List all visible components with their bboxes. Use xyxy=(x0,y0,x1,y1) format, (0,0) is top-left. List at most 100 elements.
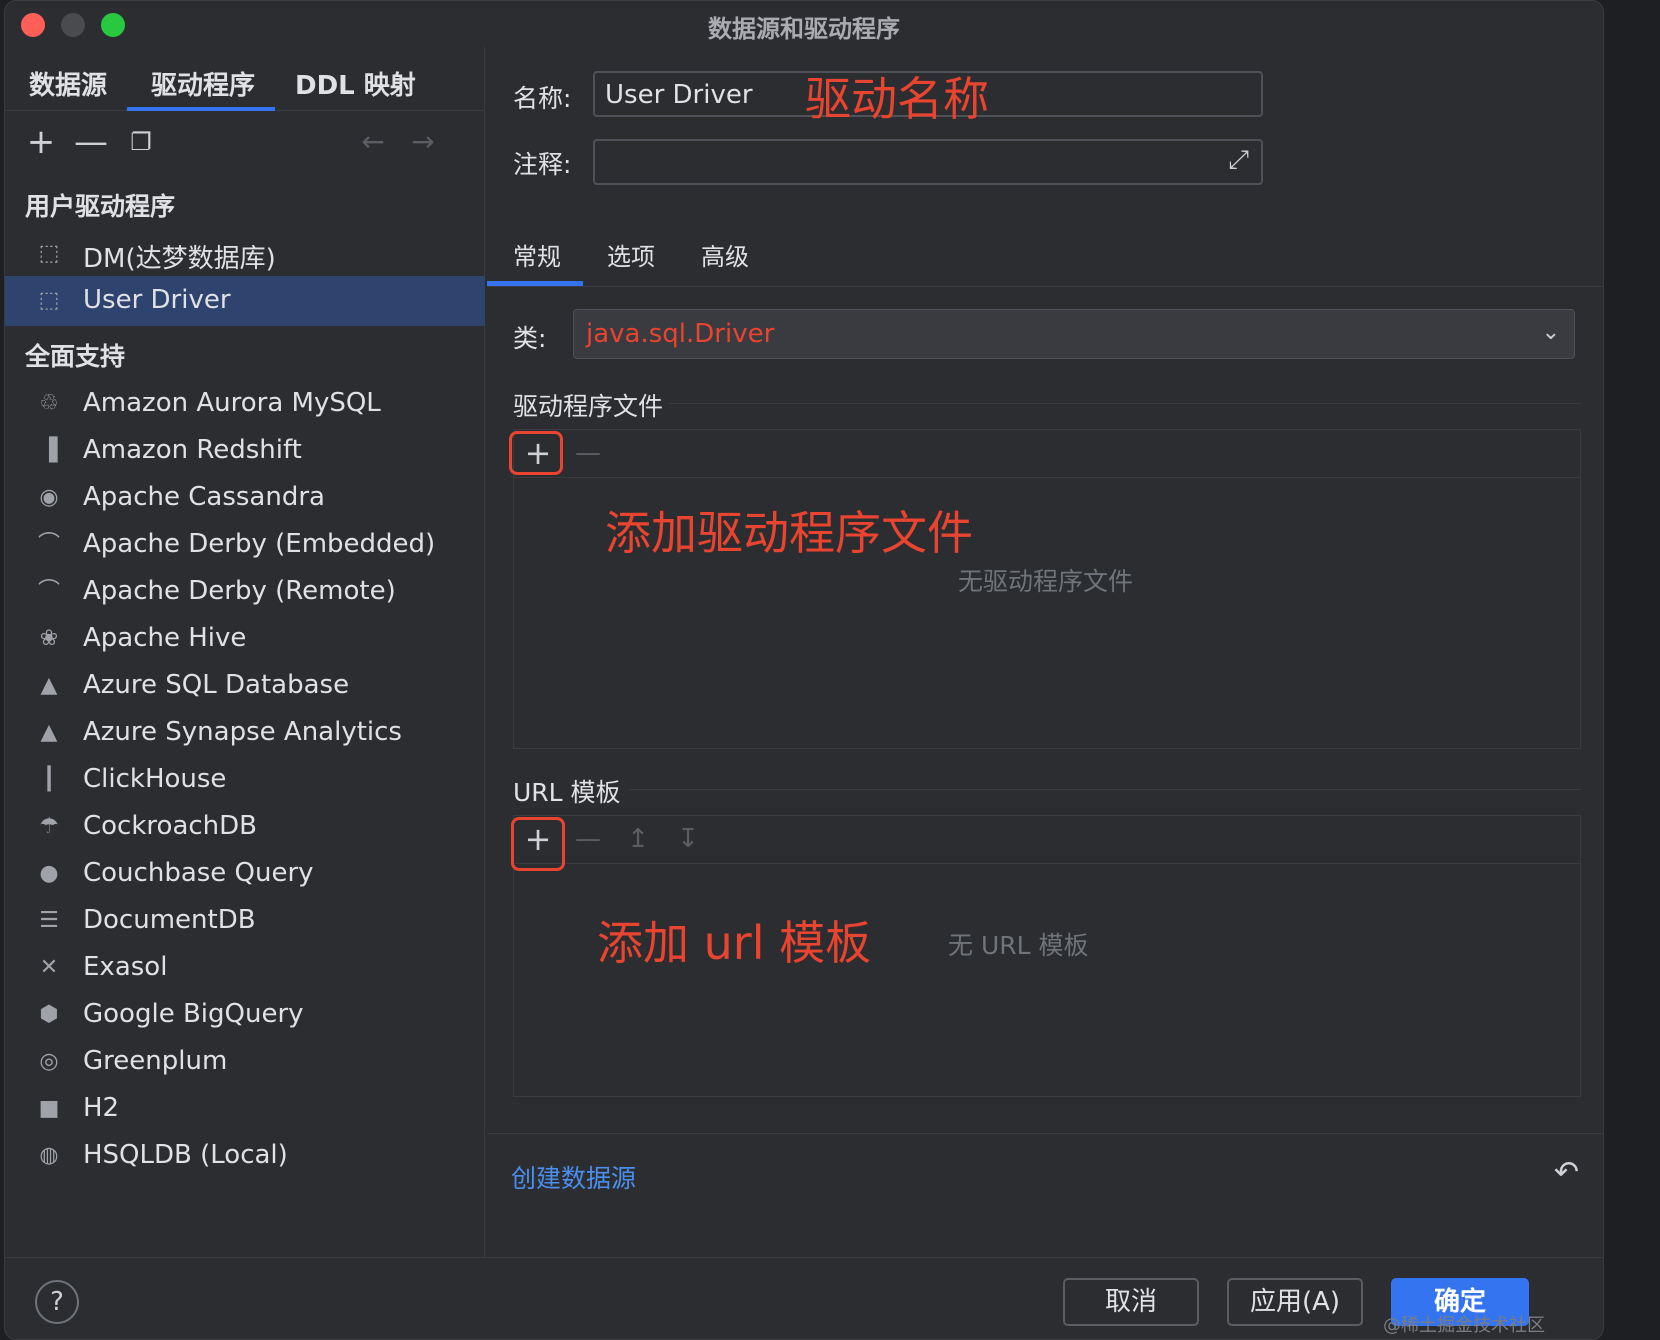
remove-driver-file-icon[interactable]: — xyxy=(568,434,608,474)
dialog-button-bar: ? 取消 应用(A) 确定 @稀土掘金技术社区 xyxy=(5,1257,1603,1339)
driver-list-item-label: Google BigQuery xyxy=(83,999,304,1029)
create-datasource-link[interactable]: 创建数据源 xyxy=(511,1159,636,1195)
url-templates-toolbar: + — ↥ ↧ xyxy=(514,816,1580,864)
left-tab-bar: 数据源 驱动程序 DDL 映射 xyxy=(5,47,484,111)
h2-icon: ■ xyxy=(38,1096,60,1121)
tab-datasources[interactable]: 数据源 xyxy=(29,65,107,102)
name-label: 名称: xyxy=(513,84,572,113)
dialog-window: 数据源和驱动程序 数据源 驱动程序 DDL 映射 + — ❐ ← → 用户驱动程… xyxy=(4,0,1604,1340)
watermark-text: @稀土掘金技术社区 xyxy=(1383,1315,1545,1336)
driver-files-toolbar: + — xyxy=(514,430,1580,478)
driver-list-item[interactable]: ▐ Amazon Redshift xyxy=(5,426,485,476)
driver-list-item[interactable]: ● Couchbase Query xyxy=(5,849,485,899)
url-templates-empty-text: 无 URL 模板 xyxy=(948,931,1089,960)
driver-list-item-label: Couchbase Query xyxy=(83,858,314,888)
tab-general[interactable]: 常规 xyxy=(513,237,561,272)
driver-list-item-label: Apache Hive xyxy=(83,623,247,653)
driver-list-item-label: CockroachDB xyxy=(83,811,258,841)
cancel-button[interactable]: 取消 xyxy=(1063,1278,1199,1326)
driver-list-item-label: Apache Derby (Remote) xyxy=(83,576,396,606)
class-select[interactable]: java.sql.Driver ⌄ xyxy=(573,309,1575,359)
driver-list-item-label: User Driver xyxy=(83,285,231,315)
hive-bee-icon: ❀ xyxy=(39,626,59,651)
driver-list-item-label: Exasol xyxy=(83,952,168,982)
driver-list-item[interactable]: ❀ Apache Hive xyxy=(5,614,485,664)
driver-list-item-label: DocumentDB xyxy=(83,905,256,935)
annotation-add-url-template: 添加 url 模板 xyxy=(597,916,872,970)
redshift-icon: ▐ xyxy=(40,438,58,463)
bottom-divider xyxy=(487,1133,1603,1134)
driver-icon: ⬚ xyxy=(38,241,60,266)
revert-icon[interactable]: ↶ xyxy=(1554,1155,1579,1190)
driver-list-item-label: ClickHouse xyxy=(83,764,227,794)
tab-options[interactable]: 选项 xyxy=(607,237,655,272)
driver-list-item[interactable]: ☰ DocumentDB xyxy=(5,896,485,946)
driver-list-item[interactable]: ⌒ Apache Derby (Embedded) xyxy=(5,520,485,570)
window-title: 数据源和驱动程序 xyxy=(708,15,900,43)
driver-list-item-label: Greenplum xyxy=(83,1046,228,1076)
driver-list-item-label: Azure Synapse Analytics xyxy=(83,717,402,747)
title-bar: 数据源和驱动程序 xyxy=(5,1,1603,47)
driver-list-item[interactable]: ◎ Greenplum xyxy=(5,1037,485,1087)
driver-list-item-label: Apache Derby (Embedded) xyxy=(83,529,436,559)
driver-files-title: 驱动程序文件 xyxy=(513,392,664,421)
help-icon[interactable]: ? xyxy=(35,1280,79,1324)
back-arrow-icon[interactable]: ← xyxy=(355,125,391,161)
left-panel: 数据源 驱动程序 DDL 映射 + — ❐ ← → 用户驱动程序 ⬚ DM(达梦数… xyxy=(5,47,485,1257)
clickhouse-bars-icon: ┃ xyxy=(42,767,56,792)
driver-files-list[interactable]: + — 无驱动程序文件 xyxy=(513,429,1581,749)
driver-list-item[interactable]: ✕ Exasol xyxy=(5,943,485,993)
driver-list-item-label: Apache Cassandra xyxy=(83,482,325,512)
driver-list-item[interactable]: ⬚ User Driver xyxy=(5,276,485,326)
bigquery-icon: ⬢ xyxy=(39,1002,59,1027)
driver-list-item[interactable]: ⬚ DM(达梦数据库) xyxy=(5,229,485,279)
driver-files-empty-text: 无驱动程序文件 xyxy=(958,567,1134,596)
driver-list-item[interactable]: ■ H2 xyxy=(5,1084,485,1134)
driver-list-item[interactable]: ⬢ Google BigQuery xyxy=(5,990,485,1040)
apply-button[interactable]: 应用(A) xyxy=(1227,1278,1363,1326)
chevron-down-icon: ⌄ xyxy=(1541,320,1560,345)
name-field-value: User Driver xyxy=(605,80,753,110)
forward-arrow-icon[interactable]: → xyxy=(405,125,441,161)
move-down-icon[interactable]: ↧ xyxy=(668,820,708,860)
class-select-value: java.sql.Driver xyxy=(586,319,775,349)
driver-files-divider xyxy=(669,403,1581,404)
remove-icon[interactable]: — xyxy=(73,125,109,161)
driver-list-item[interactable]: ◍ HSQLDB (Local) xyxy=(5,1131,485,1181)
greenplum-icon: ◎ xyxy=(39,1049,59,1074)
comment-field[interactable]: ⤢ xyxy=(593,139,1263,185)
driver-icon: ⬚ xyxy=(38,288,60,313)
tab-drivers[interactable]: 驱动程序 xyxy=(151,65,255,102)
driver-list-item[interactable]: ▲ Azure Synapse Analytics xyxy=(5,708,485,758)
left-toolbar: + — ❐ ← → xyxy=(5,125,484,165)
active-tab-indicator xyxy=(487,281,583,286)
derby-hat-icon: ⌒ xyxy=(37,532,60,557)
comment-label: 注释: xyxy=(513,150,572,179)
section-user-drivers: 用户驱动程序 xyxy=(25,192,176,221)
annotation-add-driver-file: 添加驱动程序文件 xyxy=(605,506,973,560)
add-icon[interactable]: + xyxy=(23,125,59,161)
driver-list-item[interactable]: ┃ ClickHouse xyxy=(5,755,485,805)
azure-icon: ▲ xyxy=(40,720,58,745)
remove-url-template-icon[interactable]: — xyxy=(568,820,608,860)
azure-icon: ▲ xyxy=(40,673,58,698)
expand-icon[interactable]: ⤢ xyxy=(1228,145,1249,176)
driver-list-item[interactable]: ▲ Azure SQL Database xyxy=(5,661,485,711)
url-templates-title: URL 模板 xyxy=(513,778,621,807)
tab-advanced[interactable]: 高级 xyxy=(701,237,749,272)
driver-list-item[interactable]: ♲ Amazon Aurora MySQL xyxy=(5,379,485,429)
settings-tab-bar: 常规 选项 高级 xyxy=(487,217,1603,287)
tab-ddl-mappings[interactable]: DDL 映射 xyxy=(295,65,416,102)
driver-list-item[interactable]: ◉ Apache Cassandra xyxy=(5,473,485,523)
driver-list-item-label: H2 xyxy=(83,1093,120,1123)
url-templates-divider xyxy=(629,789,1581,790)
derby-hat-icon: ⌒ xyxy=(37,579,60,604)
active-tab-indicator xyxy=(127,107,275,111)
driver-list-item[interactable]: ⌒ Apache Derby (Remote) xyxy=(5,567,485,617)
move-up-icon[interactable]: ↥ xyxy=(618,820,658,860)
cockroach-icon: ☂ xyxy=(39,814,59,839)
driver-list-item[interactable]: ☂ CockroachDB xyxy=(5,802,485,852)
duplicate-icon[interactable]: ❐ xyxy=(123,125,159,161)
exasol-x-icon: ✕ xyxy=(39,955,59,980)
driver-list-item-label: HSQLDB (Local) xyxy=(83,1140,288,1170)
